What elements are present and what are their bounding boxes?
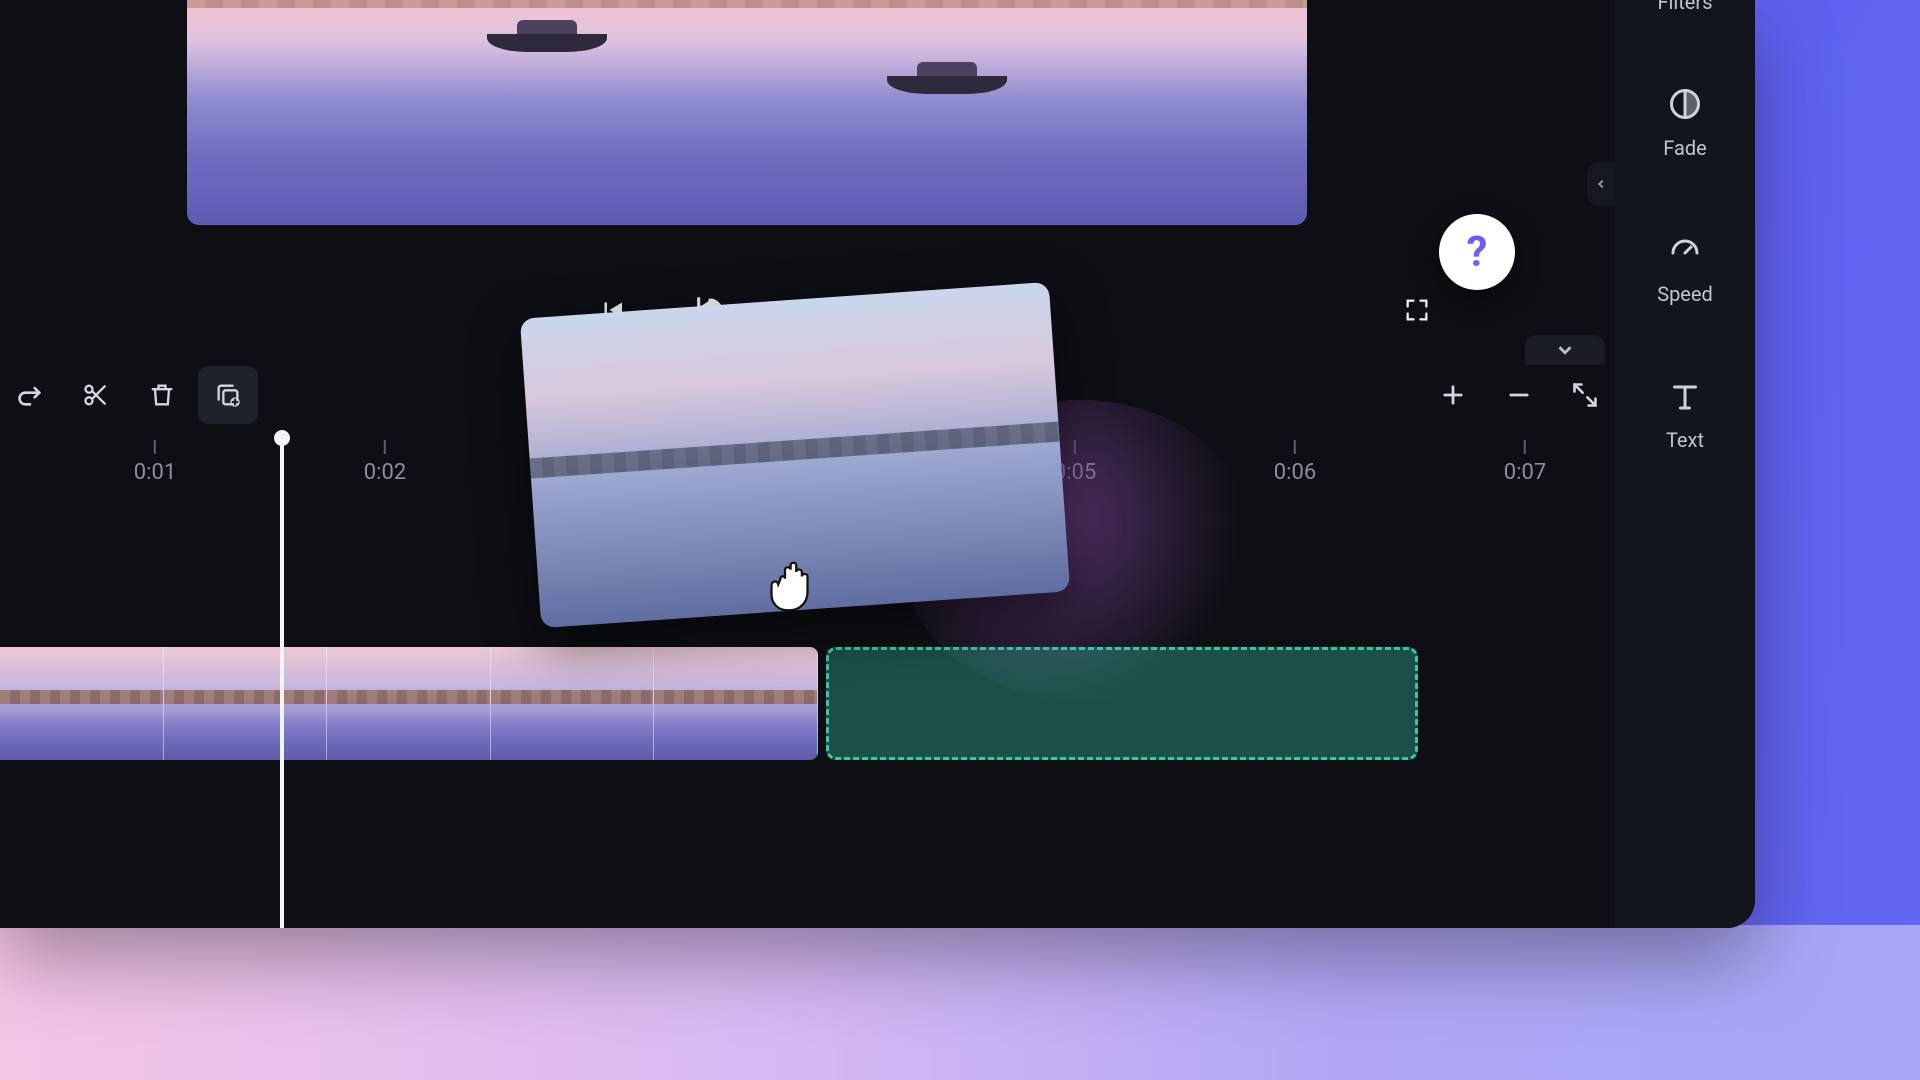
clip-frame	[0, 647, 164, 760]
text-button[interactable]: Text	[1615, 366, 1755, 462]
redo-button[interactable]	[0, 366, 60, 424]
ruler-tick-label: 0:01	[134, 460, 176, 485]
fit-timeline-button[interactable]	[1555, 366, 1615, 424]
ruler-tick-label: 0:06	[1274, 460, 1316, 485]
filters-label: Filters	[1657, 0, 1712, 14]
duplicate-button[interactable]	[198, 366, 258, 424]
clip-frame	[164, 647, 328, 760]
fade-label: Fade	[1663, 136, 1707, 160]
clip-frame	[491, 647, 655, 760]
video-preview[interactable]	[187, 0, 1307, 225]
speed-button[interactable]: Speed	[1615, 220, 1755, 316]
video-editor-window: 5 5	[0, 0, 1755, 928]
ruler-tick-label: 0:02	[364, 460, 406, 485]
ruler-tick-label: 0:07	[1504, 460, 1546, 485]
text-icon	[1665, 376, 1705, 416]
playhead[interactable]	[280, 432, 284, 928]
help-button[interactable]: ?	[1439, 214, 1515, 290]
preview-boat	[887, 60, 1007, 94]
zoom-out-button[interactable]	[1489, 366, 1549, 424]
cut-button[interactable]	[66, 366, 126, 424]
question-mark-icon: ?	[1467, 228, 1488, 277]
delete-button[interactable]	[132, 366, 192, 424]
fade-icon	[1665, 84, 1705, 124]
right-effects-panel: Filters Fade Speed Text	[1615, 0, 1755, 928]
preview-boat	[487, 18, 607, 52]
collapse-panel-button[interactable]	[1587, 162, 1615, 206]
fade-button[interactable]: Fade	[1615, 74, 1755, 170]
page-background-band	[0, 925, 1920, 1080]
timeline-video-clip[interactable]	[0, 647, 818, 760]
filters-button[interactable]: Filters	[1615, 0, 1755, 24]
speed-label: Speed	[1657, 282, 1713, 306]
text-label: Text	[1666, 428, 1704, 452]
timeline-drop-target[interactable]	[826, 647, 1418, 760]
speed-icon	[1665, 230, 1705, 270]
clip-frame	[327, 647, 491, 760]
expand-panel-button[interactable]	[1525, 335, 1605, 365]
fullscreen-button[interactable]	[1397, 290, 1437, 330]
zoom-in-button[interactable]	[1423, 366, 1483, 424]
grab-cursor-icon	[758, 545, 830, 617]
clip-frame	[654, 647, 818, 760]
